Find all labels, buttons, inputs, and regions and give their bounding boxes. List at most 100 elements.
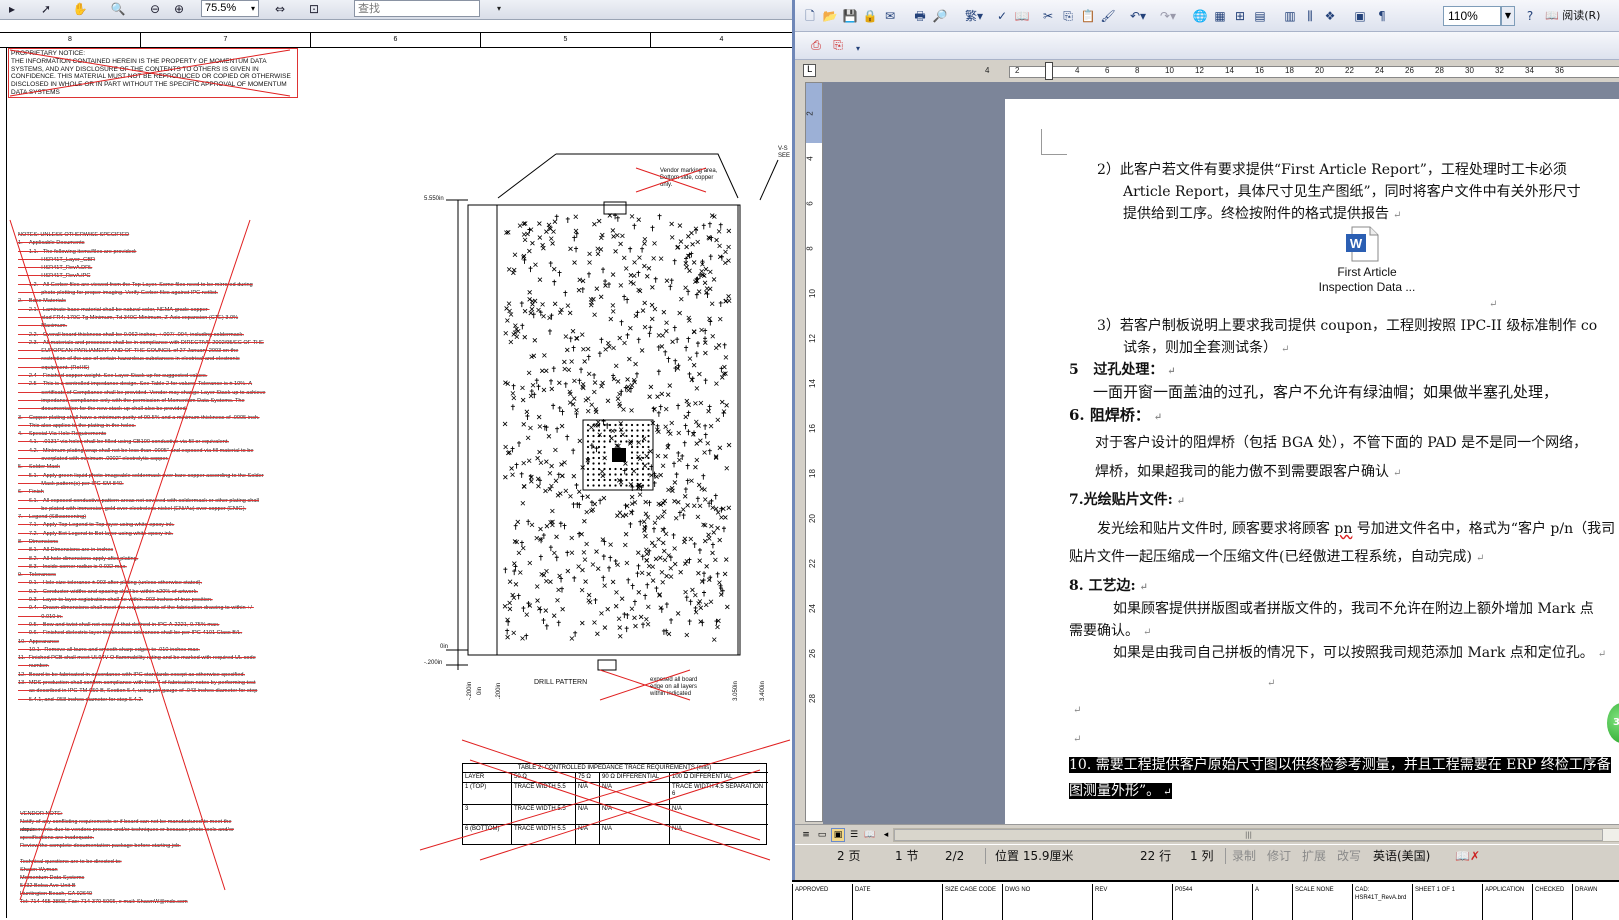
status-extend[interactable]: 扩展 [1302, 848, 1326, 864]
chevron-down-icon[interactable]: ▾ [497, 1, 501, 16]
scrollbar-thumb[interactable]: ||| [894, 829, 1603, 841]
status-separator [1225, 848, 1226, 864]
hyperlink-icon[interactable]: 🌐 [1191, 7, 1209, 25]
insert-table-icon[interactable]: ⊞ [1231, 7, 1249, 25]
thumbnails-icon[interactable]: ▣ [1351, 7, 1369, 25]
print-preview-icon[interactable]: 🔎 [931, 7, 949, 25]
research-icon[interactable]: 📖 [1013, 7, 1031, 25]
convert-and-email-pdf-icon[interactable]: ⎘ [829, 36, 847, 54]
drill-mark [695, 341, 700, 348]
selected-doc-line[interactable]: 图测量外形”。 ↵ [1069, 779, 1172, 803]
fit-page-icon[interactable]: ⊡ [304, 1, 324, 18]
drill-mark [538, 526, 543, 532]
drill-mark [562, 523, 567, 530]
drill-mark [685, 503, 690, 508]
print-layout-icon[interactable]: ▣ [831, 828, 845, 842]
pdf-zoom-field[interactable]: 75.5% ▾ [201, 0, 259, 17]
format-painter-icon[interactable]: 🖌 [1099, 7, 1117, 25]
vertical-ruler[interactable]: 2 4 6 8 10 12 14 16 18 20 22 24 26 28 [805, 82, 823, 822]
help-icon[interactable]: ? [1521, 7, 1539, 25]
web-layout-icon[interactable]: ▭ [815, 828, 829, 842]
status-record[interactable]: 录制 [1232, 848, 1256, 864]
tables-borders-icon[interactable]: ▦ [1211, 7, 1229, 25]
drill-mark [698, 400, 704, 406]
toolbar-options-icon[interactable]: ▾ [849, 40, 867, 58]
spelling-status-icon[interactable]: 📖✗ [1455, 848, 1480, 864]
drill-mark [608, 542, 613, 547]
indent-marker[interactable] [1045, 62, 1053, 80]
hand-tool-icon[interactable]: ✋ [70, 1, 90, 18]
spelling-icon[interactable]: ✓ [993, 7, 1011, 25]
drill-mark [677, 310, 682, 316]
drill-mark [717, 445, 723, 451]
drill-mark [583, 579, 588, 584]
undo-icon[interactable]: ↶▾ [1125, 7, 1151, 25]
drawing-icon[interactable]: ⫼ [1301, 7, 1319, 25]
bga-ball [625, 423, 628, 427]
leader-line [759, 159, 779, 201]
new-document-icon[interactable]: 🗋 [801, 7, 819, 25]
permission-icon[interactable]: 🔒 [861, 7, 879, 25]
drill-mark [641, 519, 647, 524]
traditional-chinese-icon[interactable]: 繁▾ [961, 7, 987, 25]
paste-icon[interactable]: 📋 [1079, 7, 1097, 25]
ruler-tick-label: 14 [1225, 66, 1234, 75]
cut-icon[interactable]: ✂ [1039, 7, 1057, 25]
document-map-icon[interactable]: ❖ [1321, 7, 1339, 25]
status-overtype[interactable]: 改写 [1337, 848, 1361, 864]
chevron-down-icon[interactable]: ▼ [1501, 6, 1515, 26]
drill-mark [596, 218, 602, 224]
status-track[interactable]: 修订 [1267, 848, 1291, 864]
columns-icon[interactable]: ▥ [1281, 7, 1299, 25]
horizontal-scrollbar[interactable]: ||| [893, 828, 1619, 842]
show-formatting-icon[interactable]: ¶ [1373, 7, 1391, 25]
insert-excel-icon[interactable]: ▤ [1251, 7, 1269, 25]
word-zoom-field[interactable]: 110% [1443, 6, 1501, 26]
view-and-scroll-bar: ≡ ▭ ▣ ☰ 📖 ◂ ||| [795, 824, 1619, 844]
copy-icon[interactable]: ⎘ [1059, 7, 1077, 25]
title-block-cell: SCALE NONE [1292, 884, 1352, 920]
selected-text: 10. 需要工程提供客户原始尺寸图以供终检参考测量，并且工程需要在 ERP 终检… [1069, 757, 1611, 773]
spelling-flagged-word[interactable]: pn [1334, 521, 1352, 537]
convert-to-pdf-icon[interactable]: ⎙ [807, 36, 825, 54]
table-cell: N/A [669, 805, 768, 824]
fit-width-icon[interactable]: ⇔ [270, 1, 290, 18]
redo-icon[interactable]: ↷▾ [1155, 7, 1181, 25]
read-mode-button[interactable]: 📖 阅读(R) [1545, 7, 1619, 25]
bga-ball [603, 429, 606, 432]
tab-selector[interactable]: L [803, 64, 816, 77]
drill-mark [691, 329, 697, 335]
drill-mark [537, 424, 543, 429]
table-cell: 6 (BOTTOM) [465, 826, 500, 832]
drill-mark [716, 229, 722, 234]
word-document-icon[interactable]: W [1344, 226, 1380, 262]
email-icon[interactable]: ✉ [881, 7, 899, 25]
ruler-tick-label: 22 [807, 559, 817, 568]
selected-doc-line[interactable]: 10. 需要工程提供客户原始尺寸图以供终检参考测量，并且工程需要在 ERP 终检… [1069, 753, 1619, 777]
zoom-tool-icon[interactable]: 🔍 [108, 1, 128, 18]
select-tool-icon[interactable]: ➚ [36, 1, 56, 18]
pdf-search-input[interactable]: 查找 ▾ [354, 0, 501, 17]
drill-mark [676, 450, 681, 457]
save-icon[interactable]: 💾 [841, 7, 859, 25]
drill-mark [715, 525, 720, 531]
horizontal-ruler[interactable]: 4224681012141618202224262830323436 [819, 60, 1619, 82]
zoom-out-icon[interactable]: ⊖ [145, 1, 165, 18]
toolbar-overflow-icon[interactable]: ▸ [2, 1, 22, 18]
bga-ball [597, 440, 601, 443]
print-icon[interactable]: 🖶 [911, 7, 929, 25]
outline-view-icon[interactable]: ☰ [847, 828, 861, 842]
zoom-in-icon[interactable]: ⊕ [169, 1, 189, 18]
document-page[interactable]: 2）此客户若文件有要求提供“First Article Report”，工程处理… [1005, 99, 1619, 824]
reading-view-icon[interactable]: 📖 [863, 828, 877, 842]
desktop: ▸ ➚ ✋ 🔍 ⊖ ⊕ 75.5% ▾ ⇔ ⊡ 查找 ▾ 8 7 6 5 4 PRO… [0, 0, 1619, 920]
drill-mark [525, 413, 530, 420]
drill-mark [563, 381, 568, 388]
scroll-left-icon[interactable]: ◂ [879, 828, 893, 842]
status-language[interactable]: 英语(美国) [1373, 848, 1430, 864]
drill-mark [678, 239, 684, 244]
drill-mark [719, 366, 724, 373]
normal-view-icon[interactable]: ≡ [799, 828, 813, 842]
open-folder-icon[interactable]: 📂 [821, 7, 839, 25]
drill-mark [686, 336, 691, 343]
